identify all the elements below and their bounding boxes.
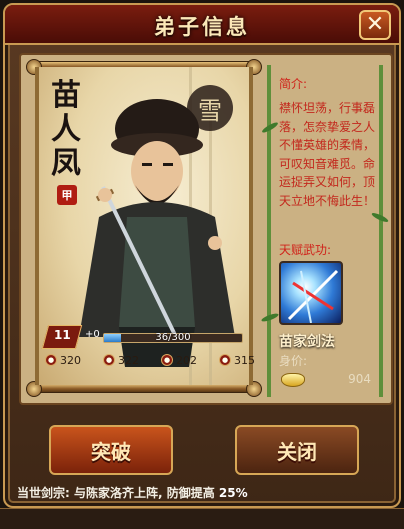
gold-ingot-icon bbox=[281, 373, 305, 387]
attr-value: 315 bbox=[234, 353, 255, 367]
attribute-row: ● 320 ● 322 ● 202 ● 315 bbox=[45, 351, 255, 369]
sword-slash-icon bbox=[287, 269, 339, 323]
breakthrough-button[interactable]: 突破 bbox=[49, 425, 173, 475]
exp-text: 36/300 bbox=[155, 332, 191, 343]
exp-bar: 36/300 bbox=[103, 332, 243, 343]
value-label: 身价: bbox=[279, 354, 308, 368]
attr-value: 322 bbox=[118, 353, 139, 367]
attr-value: 320 bbox=[60, 353, 81, 367]
disciple-info-panel: 弟子信息 ✕ 苗人凤 甲 雪 11 +0 36/300 ● 320 ● 322 … bbox=[3, 3, 401, 508]
defense-icon: ● bbox=[103, 354, 115, 366]
title-bar: 弟子信息 ✕ bbox=[5, 5, 399, 45]
intro-text: 襟怀坦荡，行事磊落，怎奈挚爱之人不懂英雄的柔情，可叹知音难觅。命运捉弄又如何，顶… bbox=[279, 101, 376, 208]
attr-stat-3: ● 202 bbox=[161, 351, 197, 369]
internal-icon: ● bbox=[161, 354, 173, 366]
close-button[interactable]: 关闭 bbox=[235, 425, 359, 475]
skill-name: 苗家剑法 bbox=[279, 334, 335, 350]
skill-heading: 天赋武功: bbox=[279, 243, 332, 257]
combo-hint: 当世剑宗: 与陈家洛齐上阵, 防御提高 25% bbox=[17, 484, 248, 501]
attr-stat-1: ● 320 bbox=[45, 351, 81, 369]
level-value: 11 bbox=[54, 328, 71, 342]
background-ui-peek bbox=[0, 508, 404, 529]
combo-hint-text: 当世剑宗: 与陈家洛齐上阵, 防御提高 bbox=[17, 486, 215, 500]
window-title: 弟子信息 bbox=[154, 14, 250, 39]
level-exp-strip: 11 +0 36/300 bbox=[41, 325, 245, 349]
intro-heading: 简介: bbox=[279, 77, 308, 91]
combo-hint-percent: 25% bbox=[218, 486, 248, 500]
health-icon: ● bbox=[219, 354, 231, 366]
attack-icon: ● bbox=[45, 354, 57, 366]
value-number: 904 bbox=[348, 372, 371, 386]
info-column: 简介: 襟怀坦荡，行事磊落，怎奈挚爱之人不懂英雄的柔情，可叹知音难觅。命运捉弄又… bbox=[260, 65, 390, 397]
attr-value: 202 bbox=[176, 353, 197, 367]
sword-skill-icon[interactable] bbox=[279, 261, 343, 325]
attr-stat-2: ● 322 bbox=[103, 351, 139, 369]
attr-stat-4: ● 315 bbox=[219, 351, 255, 369]
value-row: 904 bbox=[279, 371, 375, 391]
close-icon: ✕ bbox=[365, 12, 385, 37]
level-plus: +0 bbox=[85, 329, 100, 340]
close-x-button[interactable]: ✕ bbox=[359, 10, 391, 40]
